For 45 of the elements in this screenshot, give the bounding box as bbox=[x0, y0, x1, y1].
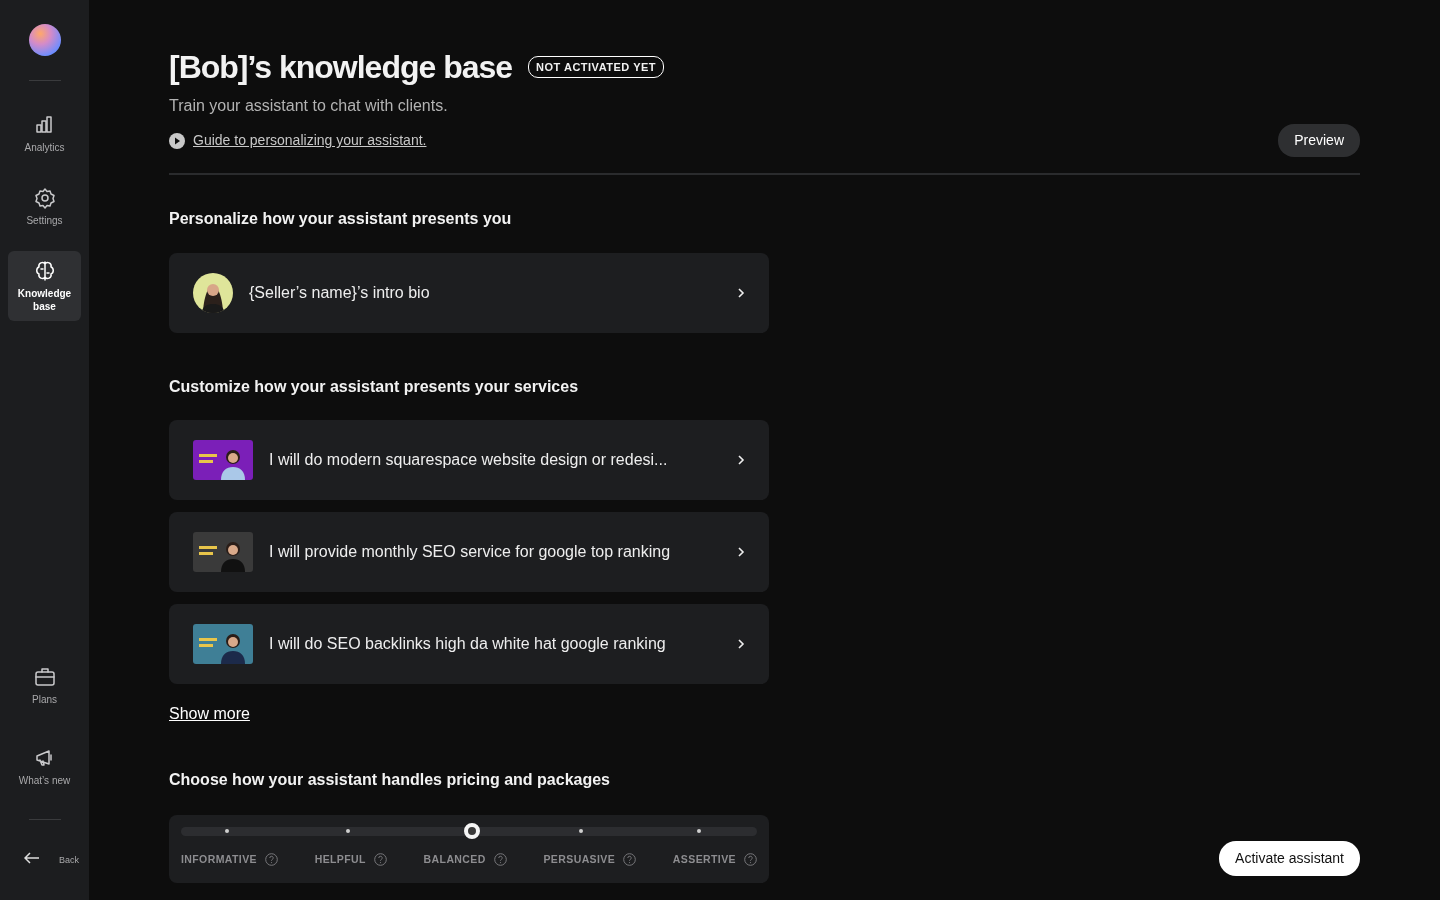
section-heading: Customize how your assistant presents your services bbox=[169, 376, 580, 396]
chevron-icon bbox=[737, 453, 745, 466]
preview-button[interactable]: Preview bbox=[1278, 124, 1360, 158]
option-label: INFORMATIVE bbox=[181, 851, 257, 867]
help-icon bbox=[493, 853, 507, 867]
guide-link[interactable]: Guide to personalizing your assistant. bbox=[193, 130, 427, 152]
briefcase-icon bbox=[32, 665, 57, 689]
help-icon bbox=[264, 853, 278, 867]
nav-item[interactable]: Plans bbox=[8, 657, 81, 714]
chevron-icon bbox=[737, 545, 745, 558]
service-row[interactable]: I will do SEO backlinks high da white hat google ranking bbox=[169, 603, 769, 684]
slider-stop[interactable] bbox=[346, 829, 351, 834]
option-label: ASSERTIVE bbox=[672, 851, 736, 867]
nav-item[interactable]: Settings bbox=[8, 178, 81, 235]
service-row[interactable]: I will do modern squarespace website design or redesi... bbox=[169, 419, 769, 500]
settings-icon bbox=[32, 186, 57, 210]
nav-item[interactable]: Analytics bbox=[8, 105, 81, 162]
help-icon bbox=[623, 853, 637, 867]
option-label: BALANCED bbox=[423, 851, 486, 867]
help-icon bbox=[373, 853, 387, 867]
logo-icon bbox=[28, 24, 61, 56]
activate-button[interactable]: Activate assistant bbox=[1219, 841, 1360, 876]
status-badge: NOT ACTIVATED YET bbox=[528, 55, 665, 79]
slider-stop[interactable] bbox=[579, 829, 584, 834]
show-more-link[interactable]: Show more bbox=[169, 704, 250, 722]
option-label: HELPFUL bbox=[314, 851, 366, 867]
slider-thumb[interactable] bbox=[463, 823, 480, 840]
nav-item[interactable]: Knowledge base bbox=[8, 251, 81, 321]
nav-item[interactable]: What’s new bbox=[8, 738, 81, 795]
chevron-icon bbox=[737, 286, 745, 299]
play-icon bbox=[169, 132, 185, 149]
intro-bio-row[interactable]: {Seller’s name}’s intro bio bbox=[169, 252, 769, 333]
service-row[interactable]: I will provide monthly SEO service for google top ranking bbox=[169, 511, 769, 592]
back-button[interactable]: Back bbox=[8, 844, 81, 876]
option-label: PERSUASIVE bbox=[543, 851, 616, 867]
slider-track[interactable] bbox=[181, 826, 757, 836]
section-heading: Personalize how your assistant presents you bbox=[169, 209, 513, 229]
section-heading: Choose how your assistant handles pricing and packages bbox=[169, 769, 611, 789]
help-icon bbox=[744, 853, 757, 867]
slider-stop[interactable] bbox=[225, 829, 230, 834]
subtitle: Train your assistant to chat with clients. bbox=[169, 96, 449, 117]
slider-stop[interactable] bbox=[697, 829, 702, 834]
arrow-left-icon bbox=[24, 852, 41, 864]
page-title: [Bob]’s knowledge base bbox=[169, 48, 513, 87]
chevron-icon bbox=[737, 637, 745, 650]
